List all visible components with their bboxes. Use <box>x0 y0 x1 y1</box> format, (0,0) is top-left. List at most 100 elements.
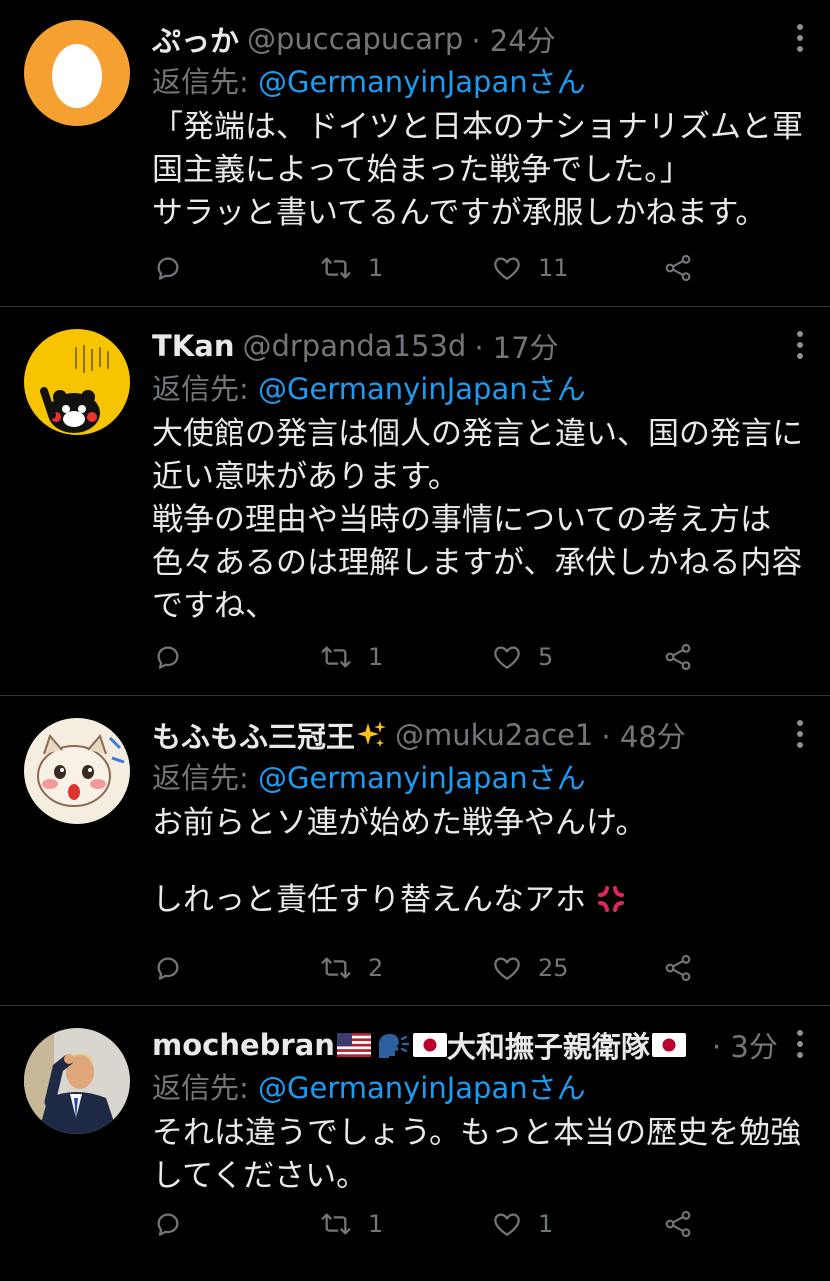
timestamp[interactable]: · 17分 <box>474 325 558 367</box>
us-flag-icon <box>336 1033 371 1057</box>
reply-button[interactable] <box>152 952 184 984</box>
egg-avatar-icon <box>24 20 130 126</box>
like-button[interactable]: 1 <box>490 1208 553 1240</box>
tweet-text-line: お前らとソ連が始めた戦争やんけ。 <box>152 805 647 841</box>
reply-to: 返信先: @GermanyinJapanさん <box>152 60 810 104</box>
timestamp[interactable]: · 3分 <box>712 1024 778 1066</box>
retweet-icon <box>321 257 351 279</box>
like-count: 11 <box>538 254 569 282</box>
user-handle[interactable]: @drpanda153d <box>242 329 466 363</box>
like-button[interactable]: 11 <box>490 252 569 284</box>
speaking-head-icon <box>378 1033 409 1058</box>
like-count: 1 <box>538 1210 554 1238</box>
like-count: 25 <box>538 954 569 982</box>
tweet[interactable]: もふもふ三冠王 @muku2ace1 · 48分 返信先: @Germanyin… <box>0 696 830 1006</box>
avatar[interactable] <box>24 718 130 824</box>
retweet-icon <box>321 1213 351 1235</box>
retweet-button[interactable]: 1 <box>318 1208 383 1240</box>
reply-prefix: 返信先: <box>152 65 249 99</box>
more-options-icon[interactable] <box>792 331 808 359</box>
tweet-text: 「発端は、ドイツと日本のナショナリズムと軍 国主義によって始まった戦争でした。」… <box>152 106 810 235</box>
tweet-text-line: それは違うでしょう。もっと本当の歴史を勉強 <box>152 1115 802 1151</box>
action-bar: 1 1 <box>152 1204 712 1244</box>
tweet-text-line <box>152 845 810 879</box>
tweet[interactable]: TKan @drpanda153d · 17分 返信先: @GermanyinJ… <box>0 307 830 696</box>
heart-icon <box>494 646 520 669</box>
tweet-text-line: してください。 <box>152 1158 368 1194</box>
tweet-text: それは違うでしょう。もっと本当の歴史を勉強 してください。 <box>152 1112 810 1198</box>
timestamp[interactable]: · 24分 <box>471 18 555 60</box>
retweet-button[interactable]: 1 <box>318 252 383 284</box>
tweet-text-line: 「発端は、ドイツと日本のナショナリズムと軍 <box>152 109 803 145</box>
share-icon <box>665 643 691 671</box>
reply-icon <box>157 1213 179 1236</box>
tweet-header: ぷっか @puccapucarp · 24分 <box>152 18 810 60</box>
user-handle[interactable]: @muku2ace1 <box>395 718 593 752</box>
share-icon <box>665 254 691 282</box>
reply-prefix: 返信先: <box>152 761 249 795</box>
retweet-count: 1 <box>368 1210 384 1238</box>
tweet-header: もふもふ三冠王 @muku2ace1 · 48分 <box>152 714 810 756</box>
tweet[interactable]: ぷっか @puccapucarp · 24分 返信先: @GermanyinJa… <box>0 0 830 307</box>
anger-icon <box>597 886 624 912</box>
retweet-count: 1 <box>368 254 384 282</box>
japan-flag-icon <box>651 1033 686 1057</box>
reply-to: 返信先: @GermanyinJapanさん <box>152 1066 810 1110</box>
like-button[interactable]: 5 <box>490 641 553 673</box>
reply-to: 返信先: @GermanyinJapanさん <box>152 756 810 800</box>
tweet-text-line: 大使館の発言は個人の発言と違い、国の発言に <box>152 416 803 452</box>
tweet-text-line: ですね、 <box>152 588 276 624</box>
kumamon-avatar-icon <box>24 329 130 435</box>
tweet-text-line: 戦争の理由や当時の事情についての考え方は <box>152 502 772 538</box>
tweet-text-line: 国主義によって始まった戦争でした。」 <box>152 152 691 188</box>
tweet-text-line: サラッと書いてるんですが承服しかねます。 <box>152 195 767 231</box>
reply-to: 返信先: @GermanyinJapanさん <box>152 367 810 411</box>
share-icon <box>665 1210 691 1238</box>
reply-prefix: 返信先: <box>152 1071 249 1105</box>
heart-icon <box>494 257 520 280</box>
reply-prefix: 返信先: <box>152 372 249 406</box>
display-name[interactable]: TKan <box>152 329 234 363</box>
reply-icon <box>157 257 179 280</box>
action-bar: 1 11 <box>152 248 712 288</box>
saluting-man-avatar-icon <box>24 1028 130 1134</box>
share-button[interactable] <box>662 952 694 984</box>
retweet-count: 1 <box>368 643 384 671</box>
mention-link[interactable]: @GermanyinJapanさん <box>258 761 586 795</box>
tweet[interactable]: mochebran 大和撫子親衛隊 · 3分 返信先: @GermanyinJa… <box>0 1006 830 1281</box>
more-options-icon[interactable] <box>792 720 808 748</box>
timestamp[interactable]: · 48分 <box>601 714 685 756</box>
mention-link[interactable]: @GermanyinJapanさん <box>258 372 586 406</box>
mention-link[interactable]: @GermanyinJapanさん <box>258 65 586 99</box>
tweet-header: TKan @drpanda153d · 17分 <box>152 325 810 367</box>
reply-button[interactable] <box>152 641 184 673</box>
more-options-icon[interactable] <box>792 24 808 52</box>
share-button[interactable] <box>662 1208 694 1240</box>
action-bar: 2 25 <box>152 948 712 988</box>
share-button[interactable] <box>662 641 694 673</box>
retweet-button[interactable]: 1 <box>318 641 383 673</box>
tweet-text-line: しれっと責任すり替えんなアホ <box>152 879 810 922</box>
avatar[interactable] <box>24 1028 130 1134</box>
like-button[interactable]: 25 <box>490 952 569 984</box>
share-button[interactable] <box>662 252 694 284</box>
mention-link[interactable]: @GermanyinJapanさん <box>258 1071 586 1105</box>
reply-button[interactable] <box>152 1208 184 1240</box>
display-name[interactable]: mochebran 大和撫子親衛隊 <box>152 1024 686 1066</box>
retweet-button[interactable]: 2 <box>318 952 383 984</box>
reply-button[interactable] <box>152 252 184 284</box>
display-name[interactable]: もふもふ三冠王 <box>152 714 387 756</box>
tweet-header: mochebran 大和撫子親衛隊 · 3分 <box>152 1024 810 1066</box>
tweet-text-line: 近い意味があります。 <box>152 459 459 495</box>
more-options-icon[interactable] <box>792 1030 808 1058</box>
cat-drawing-avatar-icon <box>24 718 130 824</box>
retweet-icon <box>321 646 351 668</box>
reply-icon <box>157 957 179 980</box>
japan-flag-icon <box>412 1033 447 1057</box>
avatar[interactable] <box>24 329 130 435</box>
sparkles-icon <box>357 721 387 747</box>
retweet-icon <box>321 957 351 979</box>
user-handle[interactable]: @puccapucarp <box>247 22 463 56</box>
avatar[interactable] <box>24 20 130 126</box>
display-name[interactable]: ぷっか <box>152 18 239 60</box>
